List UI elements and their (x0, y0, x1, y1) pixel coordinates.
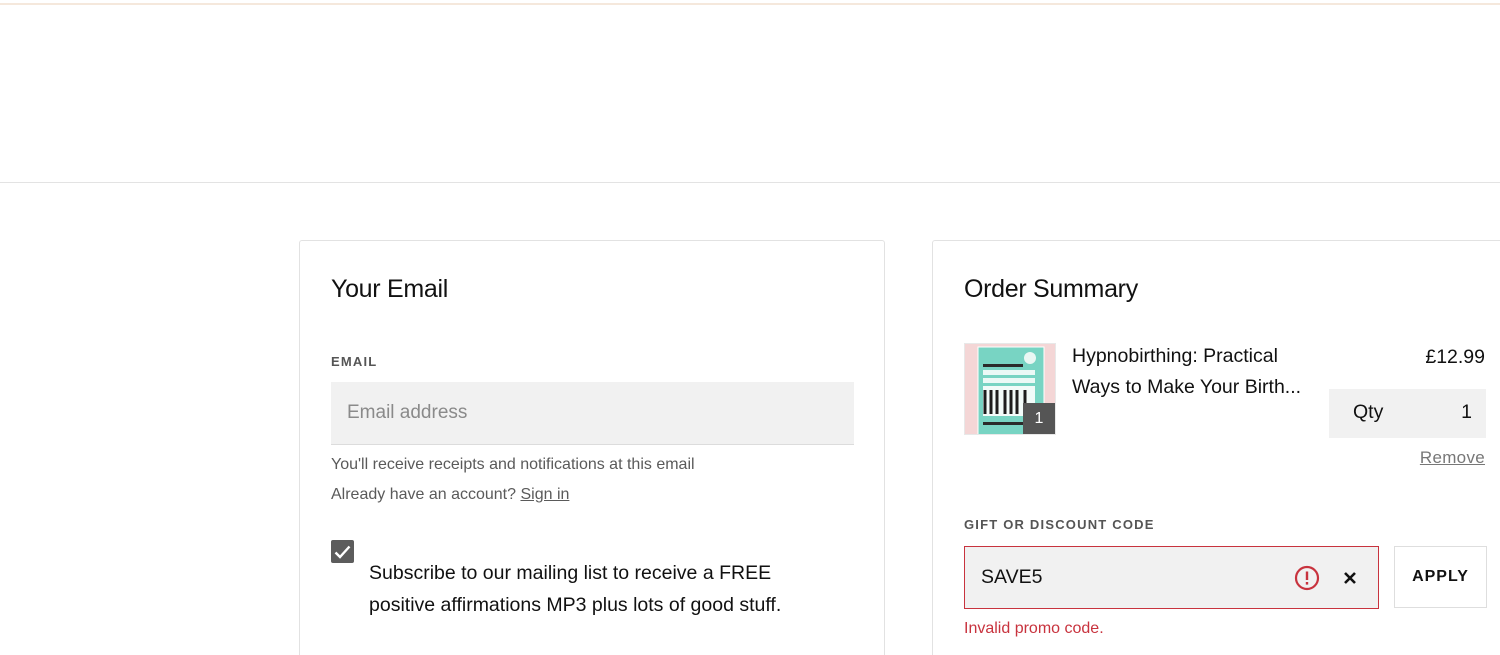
subscribe-checkbox[interactable] (331, 540, 354, 563)
product-price: £12.99 (1425, 346, 1485, 368)
discount-code-field-wrapper (964, 546, 1379, 609)
account-prompt: Already have an account? Sign in (331, 486, 569, 504)
alert-circle-icon (1294, 565, 1320, 591)
order-summary-card: Order Summary 1 Hypnobirthing: Practical… (932, 240, 1500, 655)
email-section-title: Your Email (331, 275, 448, 303)
order-summary-title: Order Summary (964, 275, 1138, 303)
account-prompt-text: Already have an account? (331, 486, 517, 503)
quantity-stepper[interactable]: Qty 1 (1329, 389, 1486, 438)
sign-in-link[interactable]: Sign in (520, 486, 569, 503)
checkmark-icon (334, 545, 351, 559)
subscribe-label: Subscribe to our mailing list to receive… (369, 562, 782, 616)
discount-code-input[interactable] (981, 547, 1271, 608)
header-divider (0, 182, 1500, 183)
qty-value: 1 (1461, 401, 1472, 423)
qty-label: Qty (1353, 401, 1384, 423)
discount-code-label: GIFT OR DISCOUNT CODE (964, 517, 1155, 532)
email-field[interactable] (331, 382, 854, 445)
book-cover-thumbnail: 1 (964, 343, 1056, 435)
item-quantity-badge: 1 (1023, 403, 1055, 434)
email-field-label: EMAIL (331, 354, 378, 369)
product-name: Hypnobirthing: Practical Ways to Make Yo… (1072, 345, 1302, 398)
discount-error-message: Invalid promo code. (964, 620, 1104, 637)
page-header (0, 5, 1500, 182)
email-card: Your Email EMAIL You'll receive receipts… (299, 240, 885, 655)
apply-discount-button[interactable]: APPLY (1394, 546, 1487, 608)
close-icon[interactable] (1339, 567, 1361, 589)
remove-item-link[interactable]: Remove (1420, 448, 1485, 468)
email-hint: You'll receive receipts and notification… (331, 456, 695, 473)
